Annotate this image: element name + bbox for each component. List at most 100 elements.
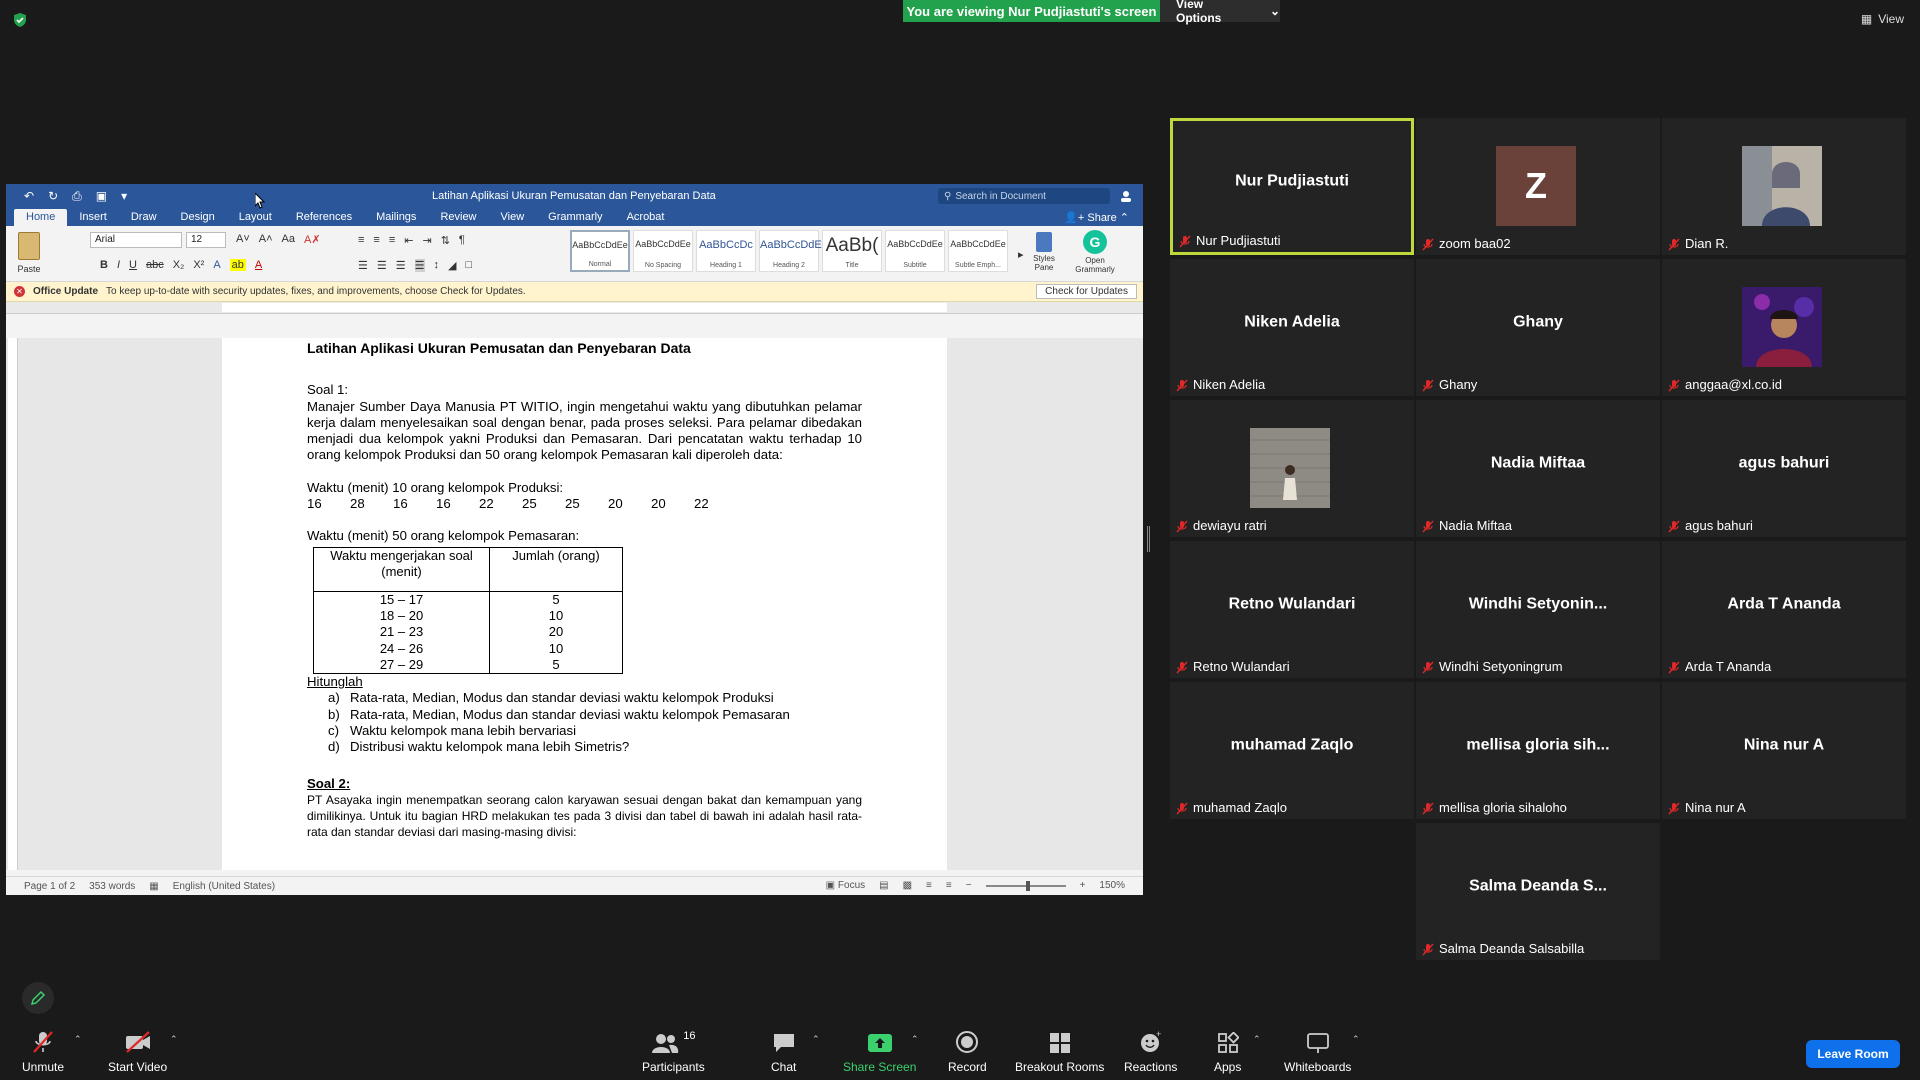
increase-indent-icon[interactable]: ⇥ — [422, 234, 431, 247]
highlight-icon[interactable]: ab — [229, 259, 246, 271]
participant-tile[interactable]: Nina nur A Nina nur A — [1662, 682, 1906, 819]
style-normal[interactable]: AaBbCcDdEe Normal — [570, 230, 630, 272]
style-subtle-emph-[interactable]: AaBbCcDdEe Subtle Emph... — [948, 230, 1008, 272]
participant-tile[interactable]: Windhi Setyonin... Windhi Setyoningrum — [1416, 541, 1660, 678]
bullets-icon[interactable]: ≡ — [358, 234, 364, 247]
borders-icon[interactable]: □ — [465, 259, 472, 272]
paragraph-mark-icon[interactable]: ¶ — [459, 234, 465, 247]
styles-pane-button[interactable]: Styles Pane — [1028, 232, 1060, 272]
outline-icon[interactable]: ≡ — [926, 880, 932, 891]
tab-view[interactable]: View — [489, 209, 537, 226]
style-heading-1[interactable]: AaBbCcDc Heading 1 — [696, 230, 756, 272]
share-button[interactable]: 👤+ Share ⌃ — [1064, 211, 1129, 224]
collaborate-icon[interactable] — [1119, 189, 1133, 203]
save-icon[interactable]: ▣ — [96, 189, 107, 204]
focus-button[interactable]: ▣ Focus — [826, 880, 865, 891]
participant-tile[interactable]: Nur Pudjiastuti Nur Pudjiastuti — [1170, 118, 1414, 255]
participants-button[interactable]: 16 Participants — [642, 1030, 705, 1074]
line-spacing-icon[interactable]: ↕ — [434, 259, 440, 272]
draft-icon[interactable]: ≡ — [946, 880, 952, 891]
participant-tile[interactable]: Zzoom baa02 — [1416, 118, 1660, 255]
customize-icon[interactable]: ▾ — [121, 189, 127, 204]
font-name-dropdown[interactable]: Arial — [90, 232, 182, 248]
reactions-button[interactable]: + Reactions — [1124, 1030, 1177, 1074]
tab-draw[interactable]: Draw — [119, 209, 169, 226]
italic-icon[interactable]: I — [117, 259, 120, 271]
check-updates-button[interactable]: Check for Updates — [1036, 284, 1137, 299]
tab-insert[interactable]: Insert — [67, 209, 119, 226]
tab-home[interactable]: Home — [14, 209, 68, 226]
tab-design[interactable]: Design — [169, 209, 227, 226]
sort-icon[interactable]: ⇅ — [441, 234, 450, 247]
style-heading-2[interactable]: AaBbCcDdEe Heading 2 — [759, 230, 828, 272]
subscript-icon[interactable]: X₂ — [173, 259, 185, 271]
font-size-dropdown[interactable]: 12 — [186, 232, 226, 248]
vertical-ruler[interactable] — [8, 338, 18, 870]
document-area[interactable]: Latihan Aplikasi Ukuran Pemusatan dan Pe… — [6, 338, 1143, 870]
participant-tile[interactable]: Salma Deanda S... Salma Deanda Salsabilla — [1416, 823, 1660, 960]
proofing-icon[interactable]: ▦ — [149, 881, 158, 892]
zoom-slider[interactable] — [985, 880, 1066, 891]
view-options-button[interactable]: View Options ⌄ — [1160, 0, 1280, 25]
align-center-icon[interactable]: ☰ — [377, 259, 387, 272]
styles-more-arrow-icon[interactable]: ▸ — [1018, 248, 1024, 261]
style-title[interactable]: AaBb(Title — [822, 230, 882, 272]
style-no-spacing[interactable]: AaBbCcDdEe No Spacing — [633, 230, 693, 272]
view-button[interactable]: ▦ View — [1861, 12, 1904, 26]
participant-tile[interactable]: muhamad Zaqlo muhamad Zaqlo — [1170, 682, 1414, 819]
video-options-caret-icon[interactable]: ⌃ — [170, 1034, 178, 1045]
chat-options-caret-icon[interactable]: ⌃ — [812, 1034, 820, 1045]
whiteboards-button[interactable]: Whiteboards — [1284, 1030, 1351, 1074]
document-page[interactable]: Latihan Aplikasi Ukuran Pemusatan dan Pe… — [222, 338, 947, 870]
zoom-out-icon[interactable]: − — [966, 880, 972, 891]
style-subtitle[interactable]: AaBbCcDdEe Subtitle — [885, 230, 945, 272]
horizontal-ruler[interactable] — [6, 302, 1143, 314]
participant-tile[interactable]: Retno Wulandari Retno Wulandari — [1170, 541, 1414, 678]
grow-font-icon[interactable]: A˅ — [236, 233, 250, 246]
tab-acrobat[interactable]: Acrobat — [615, 209, 677, 226]
chat-button[interactable]: Chat — [771, 1030, 796, 1074]
breakout-rooms-button[interactable]: Breakout Rooms — [1015, 1030, 1104, 1074]
undo-icon[interactable]: ↶ — [24, 189, 34, 204]
text-effects-icon[interactable]: A — [213, 259, 220, 271]
decrease-indent-icon[interactable]: ⇤ — [404, 234, 413, 247]
unmute-button[interactable]: Unmute — [22, 1030, 64, 1074]
record-button[interactable]: Record — [948, 1030, 987, 1074]
share-screen-button[interactable]: Share Screen — [843, 1030, 916, 1074]
shrink-font-icon[interactable]: A˄ — [259, 233, 273, 246]
tab-layout[interactable]: Layout — [227, 209, 284, 226]
numbering-icon[interactable]: ≡ — [373, 234, 379, 247]
split-resize-handle[interactable] — [1147, 526, 1150, 552]
print-icon[interactable]: ⎙ — [72, 189, 82, 204]
participant-tile[interactable]: agus bahuri agus bahuri — [1662, 400, 1906, 537]
font-color-icon[interactable]: A — [255, 259, 262, 271]
zoom-in-icon[interactable]: + — [1080, 880, 1086, 891]
whiteboards-options-caret-icon[interactable]: ⌃ — [1352, 1034, 1360, 1045]
underline-icon[interactable]: U — [129, 259, 137, 271]
print-layout-icon[interactable]: ▤ — [879, 880, 888, 891]
superscript-icon[interactable]: X² — [193, 259, 204, 271]
participant-tile[interactable]: Ghany Ghany — [1416, 259, 1660, 396]
apps-button[interactable]: Apps — [1214, 1030, 1241, 1074]
apps-options-caret-icon[interactable]: ⌃ — [1253, 1034, 1261, 1045]
tab-review[interactable]: Review — [428, 209, 488, 226]
open-grammarly-button[interactable]: G Open Grammarly — [1072, 230, 1118, 274]
tab-references[interactable]: References — [284, 209, 364, 226]
share-options-caret-icon[interactable]: ⌃ — [911, 1034, 919, 1045]
start-video-button[interactable]: Start Video — [108, 1030, 167, 1074]
clear-format-icon[interactable]: A✗ — [304, 233, 321, 246]
strikethrough-icon[interactable]: abc — [146, 259, 164, 271]
redo-icon[interactable]: ↻ — [48, 189, 58, 204]
participant-tile[interactable]: Dian R. — [1662, 118, 1906, 255]
justify-icon[interactable]: ☰ — [414, 259, 425, 272]
leave-room-button[interactable]: Leave Room — [1806, 1040, 1900, 1068]
align-right-icon[interactable]: ☰ — [396, 259, 406, 272]
participant-tile[interactable]: Arda T Ananda Arda T Ananda — [1662, 541, 1906, 678]
annotate-button[interactable] — [22, 982, 54, 1014]
shading-icon[interactable]: ◢ — [448, 259, 456, 272]
participant-tile[interactable]: dewiayu ratri — [1170, 400, 1414, 537]
participant-tile[interactable]: Nadia Miftaa Nadia Miftaa — [1416, 400, 1660, 537]
security-shield-icon[interactable] — [12, 12, 28, 28]
multilevel-list-icon[interactable]: ≡ — [389, 234, 395, 247]
participant-tile[interactable]: anggaa@xl.co.id — [1662, 259, 1906, 396]
